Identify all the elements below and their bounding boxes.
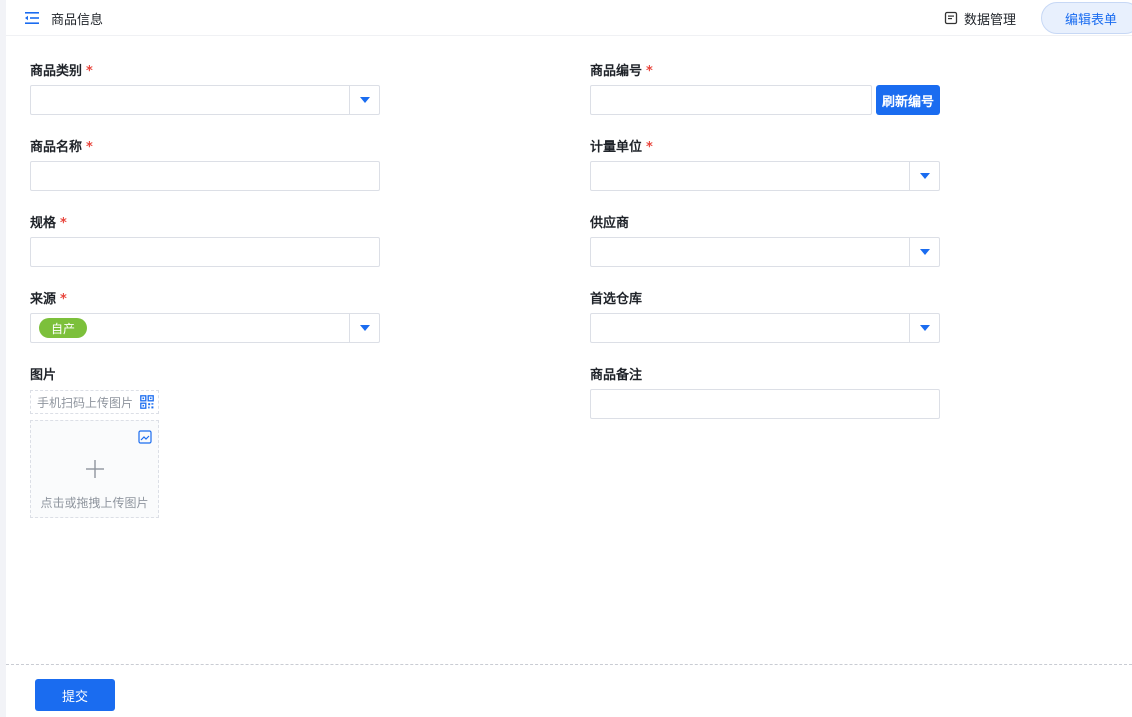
unit-select[interactable]: [590, 161, 940, 191]
category-dropdown-toggle[interactable]: [349, 86, 379, 114]
data-management-label: 数据管理: [964, 12, 1017, 28]
refresh-code-button[interactable]: 刷新编号: [876, 85, 940, 115]
product-code-label: 商品编号 *: [590, 64, 653, 79]
menu-collapse-icon[interactable]: [24, 10, 40, 26]
caret-down-icon: [919, 249, 930, 255]
supplier-label: 供应商: [590, 216, 630, 231]
caret-down-icon: [359, 325, 370, 331]
product-name-label: 商品名称 *: [30, 140, 93, 155]
source-label: 来源 *: [30, 292, 67, 307]
left-sidebar-strip: [0, 0, 6, 717]
qr-code-icon: [140, 395, 154, 409]
spec-input[interactable]: [30, 237, 380, 267]
category-select[interactable]: [30, 85, 380, 115]
caret-down-icon: [919, 325, 930, 331]
scan-upload-text: 手机扫码上传图片: [37, 395, 134, 410]
supplier-select[interactable]: [590, 237, 940, 267]
footer-divider: [6, 664, 1132, 665]
source-dropdown-toggle[interactable]: [349, 314, 379, 342]
remark-input[interactable]: [590, 389, 940, 419]
unit-label: 计量单位 *: [590, 140, 653, 155]
unit-dropdown-toggle[interactable]: [909, 162, 939, 190]
submit-button[interactable]: 提交: [35, 679, 115, 711]
caret-down-icon: [359, 97, 370, 103]
warehouse-select[interactable]: [590, 313, 940, 343]
caret-down-icon: [919, 173, 930, 179]
category-label: 商品类别 *: [30, 64, 93, 79]
source-tag[interactable]: 自产: [39, 318, 88, 338]
header-bar: 商品信息 数据管理 编辑表单: [6, 0, 1132, 36]
document-icon: [944, 11, 958, 25]
image-label: 图片: [30, 368, 57, 383]
source-select[interactable]: 自产: [30, 313, 380, 343]
upload-hint-text: 点击或拖拽上传图片: [40, 496, 149, 510]
warehouse-dropdown-toggle[interactable]: [909, 314, 939, 342]
spec-label: 规格 *: [30, 216, 67, 231]
product-name-input[interactable]: [30, 161, 380, 191]
supplier-dropdown-toggle[interactable]: [909, 238, 939, 266]
remark-label: 商品备注: [590, 368, 643, 383]
data-management-link[interactable]: 数据管理: [944, 9, 1017, 28]
image-upload-area[interactable]: 点击或拖拽上传图片: [30, 420, 159, 518]
scan-upload-button[interactable]: 手机扫码上传图片: [30, 390, 159, 414]
product-code-input[interactable]: [590, 85, 872, 115]
image-icon[interactable]: [138, 430, 152, 444]
plus-icon: [86, 460, 104, 478]
page-title: 商品信息: [51, 13, 104, 28]
warehouse-label: 首选仓库: [590, 292, 643, 307]
edit-form-button[interactable]: 编辑表单: [1041, 2, 1132, 34]
